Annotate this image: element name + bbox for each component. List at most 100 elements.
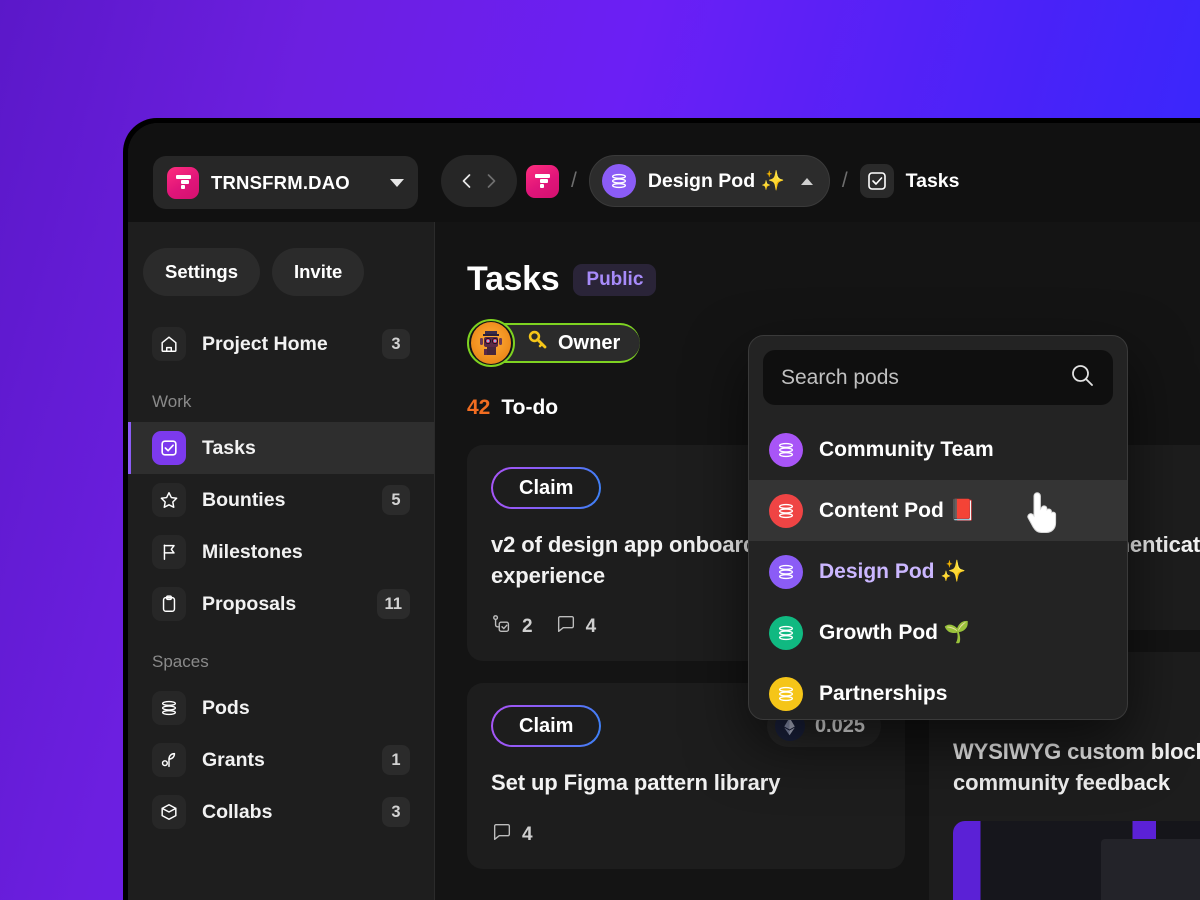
chevron-down-icon[interactable] [390, 178, 404, 187]
owner-role-label: Owner [558, 331, 621, 354]
pod-option-label: Partnerships [819, 681, 948, 705]
comment-count-value: 4 [585, 616, 597, 638]
sidebar-item-proposals[interactable]: Proposals 11 [128, 578, 434, 630]
subtask-icon [491, 613, 513, 641]
workspace-switcher[interactable]: TRNSFRM.DAO [153, 156, 418, 209]
sidebar-item-grants[interactable]: Grants 1 [128, 734, 434, 786]
pod-option-label: Design Pod ✨ [819, 559, 967, 583]
app-window: TRNSFRM.DAO / Design Pod ✨ / Tasks Setti… [123, 118, 1200, 900]
seedling-icon [152, 743, 186, 777]
sidebar-item-pods[interactable]: Pods [128, 682, 434, 734]
breadcrumb: / Design Pod ✨ / Tasks [526, 155, 960, 207]
pod-stack-icon [769, 432, 803, 467]
claim-button[interactable]: Claim [491, 467, 601, 509]
robot-avatar [471, 322, 511, 364]
sidebar-item-label: Pods [202, 696, 250, 719]
sidebar-item-tasks[interactable]: Tasks [128, 422, 434, 474]
sidebar: Settings Invite Project Home 3 Work Task… [128, 222, 435, 900]
search-icon[interactable] [1069, 362, 1095, 393]
invite-button[interactable]: Invite [271, 248, 365, 296]
comment-icon [555, 613, 577, 641]
chevron-up-icon[interactable] [800, 177, 813, 185]
card-title: Set up Figma pattern library [491, 770, 781, 796]
sidebar-item-badge: 1 [382, 745, 410, 775]
claim-button[interactable]: Claim [491, 705, 601, 747]
subtask-count: 2 [491, 613, 533, 641]
chevron-left-icon[interactable] [457, 171, 477, 191]
sidebar-item-project-home[interactable]: Project Home 3 [128, 318, 434, 370]
pod-option-label: Community Team [819, 437, 994, 461]
pod-option-growth-pod[interactable]: Growth Pod 🌱 [749, 602, 1127, 663]
page-title-row: Tasks Public [467, 260, 1200, 299]
breadcrumb-separator: / [571, 169, 577, 192]
thumbnail-panel [1101, 838, 1200, 900]
breadcrumb-pod-label: Design Pod ✨ [647, 170, 785, 192]
pod-option-community-team[interactable]: Community Team [749, 419, 1127, 480]
visibility-badge: Public [573, 263, 657, 296]
comment-icon [491, 821, 513, 849]
card-meta: 4 [491, 821, 881, 849]
sidebar-item-collabs[interactable]: Collabs 3 [128, 786, 434, 838]
chevron-right-icon[interactable] [481, 171, 501, 191]
pod-selector-dropdown: Community Team Content Pod 📕 Design Pod … [748, 335, 1128, 720]
pod-stack-icon [769, 615, 803, 650]
pod-option-content-pod[interactable]: Content Pod 📕 [749, 480, 1127, 541]
pod-stack-icon [152, 691, 186, 725]
column-name: To-do [501, 396, 559, 419]
sidebar-item-label: Bounties [202, 488, 286, 511]
sidebar-item-label: Collabs [202, 800, 273, 823]
star-icon [152, 483, 186, 517]
breadcrumb-separator-2: / [841, 169, 848, 192]
pod-stack-icon [769, 676, 803, 711]
search-input[interactable] [781, 365, 1059, 390]
top-bar: TRNSFRM.DAO / Design Pod ✨ / Tasks [128, 123, 1200, 222]
sidebar-actions: Settings Invite [128, 222, 434, 318]
card-title: WYSIWYG custom blocks from community fee… [953, 739, 1200, 796]
trnsfrm-logo-icon[interactable] [526, 164, 559, 198]
subtask-count-value: 2 [522, 616, 533, 638]
sidebar-item-label: Proposals [202, 592, 297, 615]
column-count: 42 [467, 396, 491, 419]
checkbox-icon [859, 164, 894, 198]
owner-role-pill: Owner [499, 323, 641, 363]
sidebar-item-bounties[interactable]: Bounties 5 [128, 474, 434, 526]
avatar[interactable] [467, 319, 515, 367]
trnsfrm-logo-icon [167, 166, 199, 199]
clipboard-icon [152, 587, 186, 621]
pod-stack-icon [601, 164, 636, 198]
sidebar-item-label: Milestones [202, 540, 303, 563]
sidebar-item-label: Tasks [202, 436, 256, 459]
box-icon [152, 795, 186, 829]
breadcrumb-page[interactable]: Tasks [859, 164, 960, 198]
sidebar-group-spaces: Spaces [152, 652, 209, 671]
sidebar-group-work: Work [152, 392, 192, 411]
home-icon [152, 327, 186, 361]
sidebar-item-milestones[interactable]: Milestones [128, 526, 434, 578]
app-window-inner: TRNSFRM.DAO / Design Pod ✨ / Tasks Setti… [128, 123, 1200, 900]
checkbox-icon [152, 431, 186, 465]
workspace-name: TRNSFRM.DAO [211, 171, 350, 193]
nav-pager [441, 155, 517, 207]
key-icon [527, 329, 549, 357]
flag-icon [152, 535, 186, 569]
sidebar-item-badge: 11 [376, 589, 410, 619]
sidebar-item-label: Project Home [202, 332, 328, 355]
comment-count: 4 [555, 613, 597, 641]
breadcrumb-page-label: Tasks [905, 169, 960, 192]
sidebar-item-badge: 5 [382, 485, 410, 515]
sidebar-item-label: Grants [202, 748, 265, 771]
pod-option-label: Growth Pod 🌱 [819, 620, 970, 644]
pod-option-design-pod[interactable]: Design Pod ✨ [749, 541, 1127, 602]
preview-thumbnail[interactable] [953, 820, 1200, 900]
sidebar-item-badge: 3 [382, 797, 410, 827]
pod-option-partnerships[interactable]: Partnerships [749, 663, 1127, 719]
pod-stack-icon [769, 554, 803, 589]
comment-count-value: 4 [522, 823, 533, 845]
sidebar-item-badge: 3 [382, 329, 410, 359]
comment-count: 4 [491, 821, 533, 849]
pod-stack-icon [769, 493, 803, 528]
breadcrumb-pod-selector[interactable]: Design Pod ✨ [588, 155, 830, 207]
settings-button[interactable]: Settings [143, 248, 260, 296]
page-title: Tasks [467, 260, 560, 298]
pod-search-field[interactable] [763, 350, 1113, 405]
